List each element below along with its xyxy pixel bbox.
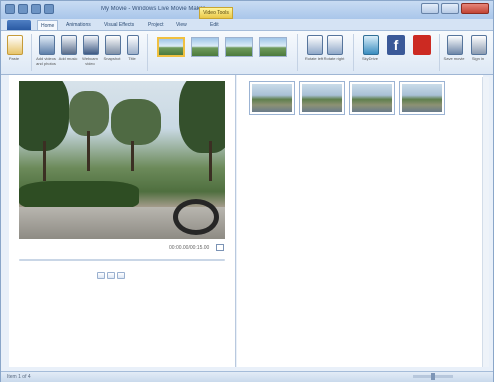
group-separator [353,34,354,71]
paste-label: Paste [8,56,20,61]
storyboard-pane [237,75,483,367]
add-music-icon[interactable] [61,35,77,55]
storyboard-scrollbar[interactable] [482,77,489,367]
tree-trunk [43,141,46,181]
webcam-icon[interactable] [83,35,99,55]
previous-frame-icon[interactable] [97,272,105,279]
clip-thumbnail [302,84,342,112]
status-bar: Item 1 of 4 [1,371,493,382]
tree [111,99,161,145]
window-controls [421,3,489,14]
title-bar: My Movie - Windows Live Movie Maker Vide… [1,1,493,19]
zoom-knob[interactable] [431,373,435,380]
storyboard-clip[interactable] [299,81,345,115]
tree [69,91,109,136]
next-frame-icon[interactable] [117,272,125,279]
group-separator [297,34,298,71]
tree-trunk [209,141,212,181]
add-music-label: Add music [58,56,78,61]
ribbon: Paste Add videos and photos Add music We… [1,30,493,75]
close-button[interactable] [461,3,489,14]
skydrive-label: SkyDrive [361,56,378,61]
title-icon[interactable] [127,35,139,55]
title-label: Title [128,56,136,61]
group-separator [31,34,32,71]
tab-view[interactable]: View [173,20,190,30]
rotate-left-label: Rotate left [304,56,324,61]
storyboard-clip[interactable] [399,81,445,115]
file-menu-button[interactable] [7,20,31,30]
theme-thumbnail[interactable] [225,37,253,57]
sign-in-icon[interactable] [471,35,487,55]
theme-thumbnail[interactable] [259,37,287,57]
storyboard-clip[interactable] [249,81,295,115]
timecode: 00:00.00/00:15.00 [169,245,210,251]
app-menu-icon[interactable] [5,4,15,14]
quick-access-toolbar [5,4,54,14]
tree-trunk [87,131,90,171]
bicycle-wheel [173,199,219,235]
tree [179,81,225,153]
storyboard-clip[interactable] [349,81,395,115]
ribbon-tabs: Home Animations Visual Effects Project V… [1,19,493,31]
webcam-label: Webcam video [82,56,98,66]
save-movie-label: Save movie [443,56,465,61]
snapshot-icon[interactable] [105,35,121,55]
facebook-icon[interactable]: f [387,35,405,55]
undo-icon[interactable] [31,4,41,14]
save-movie-icon[interactable] [447,35,463,55]
tree-trunk [131,141,134,171]
preview-pane: 00:00.00/00:15.00 [9,75,236,367]
window-title: My Movie - Windows Live Movie Maker [101,6,206,12]
youtube-icon[interactable] [413,35,431,55]
rotate-right-icon[interactable] [327,35,343,55]
skydrive-icon[interactable] [363,35,379,55]
sign-in-label: Sign in [471,56,485,61]
theme-thumbnail[interactable] [191,37,219,57]
add-videos-label: Add videos and photos [36,56,56,66]
clip-thumbnail [402,84,442,112]
status-text: Item 1 of 4 [7,374,31,380]
minimize-button[interactable] [421,3,439,14]
zoom-slider[interactable] [413,373,453,380]
play-icon[interactable] [107,272,115,279]
tab-visual-effects[interactable]: Visual Effects [101,20,137,30]
add-videos-icon[interactable] [39,35,55,55]
clip-thumbnail [252,84,292,112]
rotate-right-label: Rotate right [323,56,345,61]
video-preview[interactable] [19,81,225,239]
tab-project[interactable]: Project [145,20,167,30]
redo-icon[interactable] [44,4,54,14]
tab-edit[interactable]: Edit [207,20,222,30]
video-tools-badge: Video Tools [199,7,233,19]
fullscreen-icon[interactable] [216,244,224,251]
group-separator [147,34,148,71]
theme-thumbnail[interactable] [157,37,185,57]
save-icon[interactable] [18,4,28,14]
app-window: My Movie - Windows Live Movie Maker Vide… [0,0,494,382]
maximize-button[interactable] [441,3,459,14]
playback-controls [97,272,125,279]
snapshot-label: Snapshot [103,56,121,61]
tab-animations[interactable]: Animations [63,20,94,30]
seek-bar[interactable] [19,259,225,261]
rotate-left-icon[interactable] [307,35,323,55]
group-separator [439,34,440,71]
paste-icon[interactable] [7,35,23,55]
clip-thumbnail [352,84,392,112]
